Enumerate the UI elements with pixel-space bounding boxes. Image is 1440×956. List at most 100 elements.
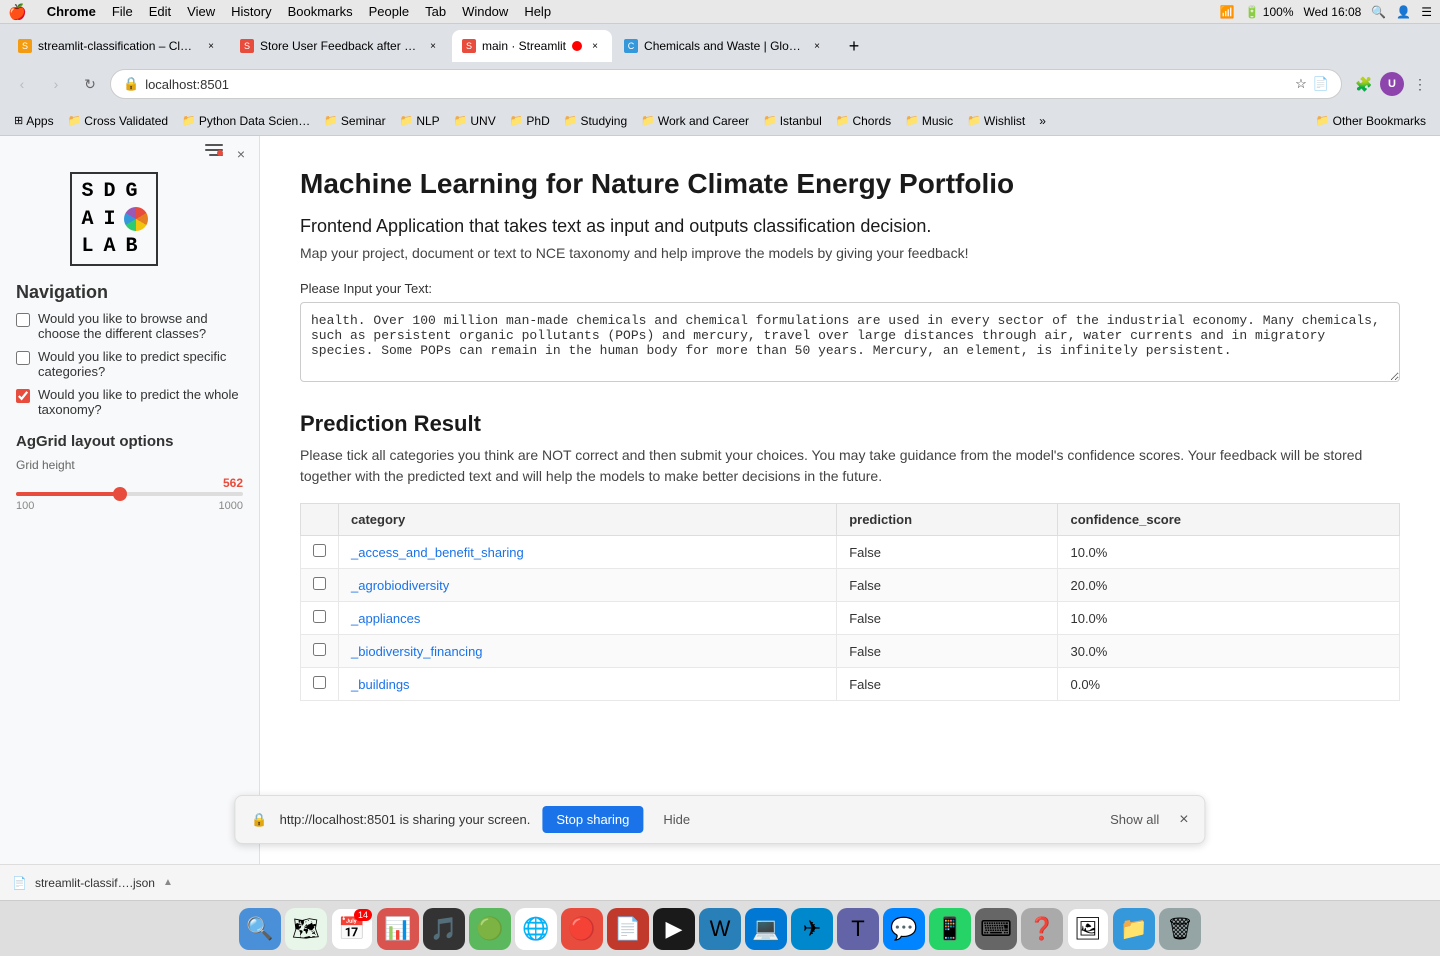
row-2-category[interactable]: _agrobiodiversity xyxy=(351,578,449,593)
bookmark-music[interactable]: 📁 Music xyxy=(899,112,959,130)
menubar-help[interactable]: Help xyxy=(524,4,551,19)
reader-icon[interactable]: 📄 xyxy=(1313,76,1329,92)
row-2-checkbox[interactable] xyxy=(313,577,326,590)
dock-trash[interactable]: 🗑 xyxy=(1159,908,1201,950)
bookmark-istanbul[interactable]: 📁 Istanbul xyxy=(757,112,828,130)
hide-button[interactable]: Hide xyxy=(655,808,698,831)
dock-pdf[interactable]: 📄 xyxy=(607,908,649,950)
row-5-category[interactable]: _buildings xyxy=(351,677,410,692)
dock-preview[interactable]: 🖼 xyxy=(1067,908,1109,950)
dock-music[interactable]: 🎵 xyxy=(423,908,465,950)
slider-track[interactable] xyxy=(16,492,243,496)
extensions-icon[interactable]: 🧩 xyxy=(1352,72,1376,96)
dock-keyboard[interactable]: ⌨ xyxy=(975,908,1017,950)
tab-2[interactable]: S Store User Feedback after mo… × xyxy=(230,30,450,62)
back-button[interactable]: ‹ xyxy=(8,70,36,98)
row-1-checkbox[interactable] xyxy=(313,544,326,557)
menubar: 🍎 Chrome File Edit View History Bookmark… xyxy=(0,0,1440,24)
reload-button[interactable]: ↻ xyxy=(76,70,104,98)
dock-help[interactable]: ❓ xyxy=(1021,908,1063,950)
bookmark-work-career[interactable]: 📁 Work and Career xyxy=(635,112,755,130)
tab-1[interactable]: S streamlit-classification – Clou… × xyxy=(8,30,228,62)
nav-checkbox-3[interactable] xyxy=(16,389,30,403)
show-all-button[interactable]: Show all xyxy=(1110,812,1159,827)
tab-1-close[interactable]: × xyxy=(204,39,218,53)
bookmark-wishlist[interactable]: 📁 Wishlist xyxy=(961,112,1031,130)
bookmark-cross-validated[interactable]: 📁 Cross Validated xyxy=(62,112,175,130)
bookmark-seminar[interactable]: 📁 Seminar xyxy=(318,112,391,130)
bookmark-more[interactable]: » xyxy=(1033,112,1052,130)
bookmark-apps[interactable]: ⊞ Apps xyxy=(8,112,60,130)
apple-icon[interactable]: 🍎 xyxy=(8,3,27,21)
dock-teams[interactable]: T xyxy=(837,908,879,950)
profile-circle[interactable]: U xyxy=(1380,72,1404,96)
dock-files[interactable]: 📁 xyxy=(1113,908,1155,950)
dock-maps[interactable]: 🗺 xyxy=(285,908,327,950)
row-1-category[interactable]: _access_and_benefit_sharing xyxy=(351,545,524,560)
bookmark-studying[interactable]: 📁 Studying xyxy=(558,112,633,130)
menubar-people[interactable]: People xyxy=(369,4,409,19)
recording-indicator xyxy=(572,41,582,51)
tab-4-close[interactable]: × xyxy=(810,39,824,53)
address-bar[interactable]: 🔒 localhost:8501 ☆ 📄 xyxy=(110,69,1342,99)
menubar-tab[interactable]: Tab xyxy=(425,4,446,19)
row-5-prediction: False xyxy=(837,668,1058,701)
bookmark-unv[interactable]: 📁 UNV xyxy=(448,112,502,130)
forward-button[interactable]: › xyxy=(42,70,70,98)
tab-3[interactable]: S main · Streamlit × xyxy=(452,30,612,62)
hamburger-menu[interactable] xyxy=(205,144,223,156)
col-prediction-header: prediction xyxy=(837,504,1058,536)
tab-3-close[interactable]: × xyxy=(588,39,602,53)
sidebar-close-button[interactable]: × xyxy=(231,144,251,164)
menubar-edit[interactable]: Edit xyxy=(149,4,171,19)
menubar-file[interactable]: File xyxy=(112,4,133,19)
more-options-icon[interactable]: ⋮ xyxy=(1408,72,1432,96)
bookmark-nlp[interactable]: 📁 NLP xyxy=(394,112,446,130)
star-icon[interactable]: ☆ xyxy=(1295,76,1307,92)
dock-red-app[interactable]: 🔴 xyxy=(561,908,603,950)
stop-sharing-button[interactable]: Stop sharing xyxy=(542,806,643,833)
dock-telegram[interactable]: ✈ xyxy=(791,908,833,950)
wifi-icon[interactable]: 📶 xyxy=(1220,5,1235,19)
dock-finder[interactable]: 🔍 xyxy=(239,908,281,950)
dock-calendar[interactable]: 📅 14 xyxy=(331,908,373,950)
tab-2-close[interactable]: × xyxy=(426,39,440,53)
new-tab-button[interactable]: + xyxy=(840,32,868,60)
bookmark-phd[interactable]: 📁 PhD xyxy=(504,112,556,130)
slider-fill xyxy=(16,492,120,496)
nav-label-1: Would you like to browse and choose the … xyxy=(38,311,243,341)
nav-checkbox-1[interactable] xyxy=(16,313,30,327)
text-input[interactable]: health. Over 100 million man-made chemic… xyxy=(300,302,1400,382)
row-3-category[interactable]: _appliances xyxy=(351,611,420,626)
download-chevron[interactable]: ▲ xyxy=(163,877,173,888)
dock-phone[interactable]: 📱 xyxy=(929,908,971,950)
menubar-bookmarks[interactable]: Bookmarks xyxy=(288,4,353,19)
bookmark-python[interactable]: 📁 Python Data Scien… xyxy=(176,112,316,130)
row-4-category[interactable]: _biodiversity_financing xyxy=(351,644,483,659)
tab-4[interactable]: C Chemicals and Waste | Global… × xyxy=(614,30,834,62)
list-icon[interactable]: ☰ xyxy=(1421,5,1432,19)
row-5-checkbox[interactable] xyxy=(313,676,326,689)
dock-chrome[interactable]: 🌐 xyxy=(515,908,557,950)
menubar-window[interactable]: Window xyxy=(462,4,508,19)
nav-label-3: Would you like to predict the whole taxo… xyxy=(38,387,243,417)
bookmark-chords[interactable]: 📁 Chords xyxy=(830,112,897,130)
menubar-history[interactable]: History xyxy=(231,4,271,19)
dock-app-green[interactable]: 🟢 xyxy=(469,908,511,950)
search-icon[interactable]: 🔍 xyxy=(1371,5,1386,19)
notification-close-button[interactable]: × xyxy=(1179,811,1188,829)
dock-powerpoint[interactable]: 📊 xyxy=(377,908,419,950)
row-3-checkbox[interactable] xyxy=(313,610,326,623)
slider-thumb[interactable] xyxy=(113,487,127,501)
dock-word[interactable]: W xyxy=(699,908,741,950)
profile-icon[interactable]: 👤 xyxy=(1396,5,1411,19)
dock-messenger[interactable]: 💬 xyxy=(883,908,925,950)
dock-terminal[interactable]: ▶ xyxy=(653,908,695,950)
menubar-view[interactable]: View xyxy=(187,4,215,19)
menubar-app[interactable]: Chrome xyxy=(47,4,96,19)
dock-vscode[interactable]: 💻 xyxy=(745,908,787,950)
row-4-checkbox[interactable] xyxy=(313,643,326,656)
nav-checkbox-2[interactable] xyxy=(16,351,30,365)
bookmark-music-label: Music xyxy=(922,114,953,128)
bookmark-other[interactable]: 📁 Other Bookmarks xyxy=(1310,112,1432,130)
